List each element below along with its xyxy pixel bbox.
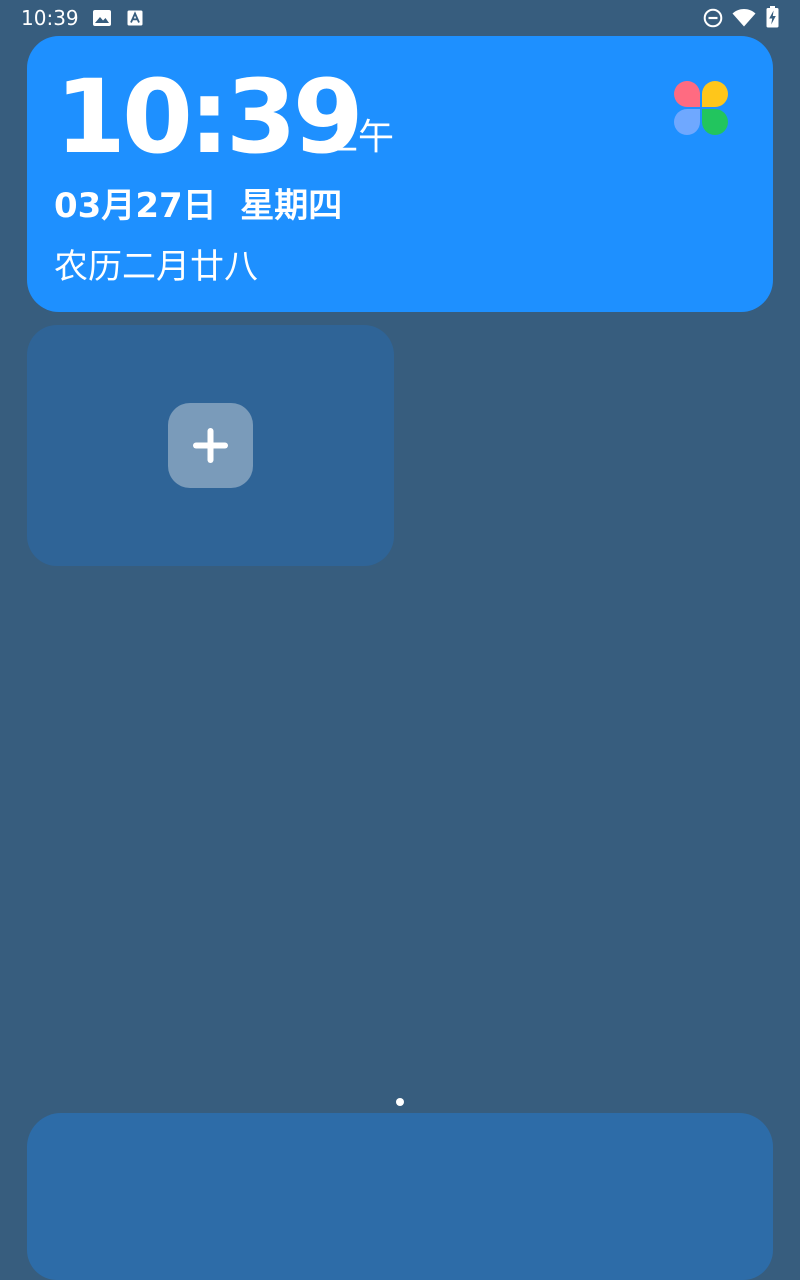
font-a-icon <box>127 10 143 26</box>
status-bar: 10:39 <box>0 0 800 36</box>
clover-icon[interactable] <box>673 80 729 136</box>
dock <box>27 1113 773 1280</box>
wifi-icon <box>732 9 756 27</box>
page-indicator-dot <box>396 1098 404 1106</box>
battery-charging-icon <box>766 6 779 28</box>
plus-icon <box>193 428 228 463</box>
clock-widget[interactable]: 10:39 上午 03月27日 星期四 农历二月廿八 <box>27 36 773 312</box>
clock-time: 10:39 <box>55 58 364 177</box>
clock-lunar-date: 农历二月廿八 <box>54 247 258 287</box>
clover-petal-bottom-left <box>674 109 700 135</box>
clover-petal-bottom-right <box>702 109 728 135</box>
add-widget-button[interactable] <box>168 403 253 488</box>
do-not-disturb-icon <box>703 8 723 28</box>
image-icon <box>93 10 111 26</box>
status-time: 10:39 <box>21 6 79 30</box>
clock-am-pm: 上午 <box>322 117 395 158</box>
clover-petal-top-left <box>674 81 700 107</box>
add-widget-card[interactable] <box>27 325 394 566</box>
clock-date: 03月27日 星期四 <box>54 186 343 226</box>
clover-petal-top-right <box>702 81 728 107</box>
